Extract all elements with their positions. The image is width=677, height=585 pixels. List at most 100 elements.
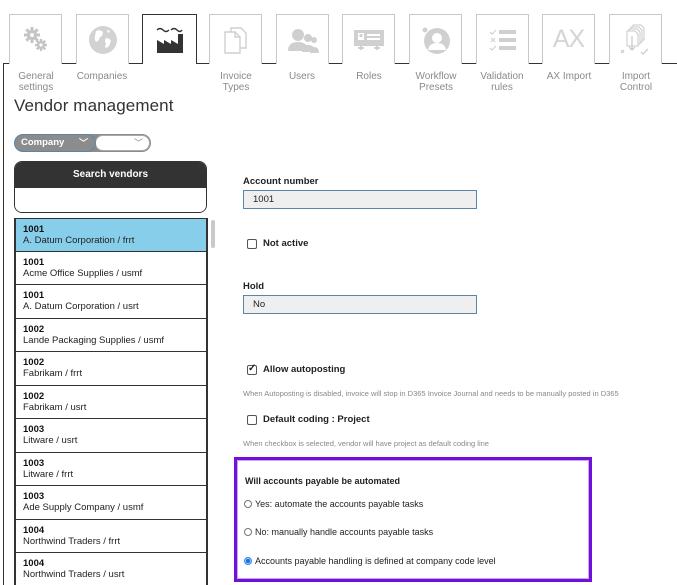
top-navigation: General settings Companies Invoice Types… — [0, 0, 677, 585]
tab-general-settings[interactable] — [9, 14, 62, 64]
vendor-list-item[interactable]: 1002 Fabrikam / frrt — [15, 352, 207, 386]
default-coding-checkbox[interactable]: Default coding : Project — [247, 414, 370, 425]
ax-icon: AX — [552, 25, 585, 53]
import-stack-icon — [620, 24, 648, 55]
vendor-name: Lande Packaging Supplies / usmf — [23, 334, 165, 346]
not-active-checkbox[interactable]: Not active — [247, 238, 308, 249]
vendor-name: Northwind Traders / usrt — [23, 569, 125, 580]
tab-label-line: Import — [621, 71, 651, 82]
tab-label-line: Workflow — [415, 71, 457, 82]
default-coding-hint: When checkbox is selected, vendor will h… — [243, 439, 489, 448]
tab-invoice-types-label[interactable]: Invoice Types — [204, 71, 268, 93]
vendor-list-item[interactable]: 1001 A. Datum Corporation / frrt — [15, 218, 207, 252]
tab-users-label[interactable]: Users — [270, 71, 334, 82]
vendor-name: A. Datum Corporation / frrt — [23, 235, 135, 246]
vendor-name: Ade Supply Company / usmf — [23, 502, 144, 513]
ap-automation-title: Will accounts payable be automated — [245, 476, 400, 486]
ap-option-yes[interactable]: Yes: automate the accounts payable tasks — [244, 499, 423, 509]
tab-label-line: rules — [491, 82, 513, 93]
tab-validation-rules[interactable] — [476, 14, 529, 64]
tab-label-line: Invoice — [220, 71, 252, 82]
vendor-code: 1004 — [23, 524, 45, 536]
vendor-name: Litware / usrt — [23, 435, 78, 446]
radio-icon[interactable] — [244, 557, 252, 565]
tab-companies-label[interactable]: Companies — [70, 71, 134, 82]
id-card-icon — [353, 29, 384, 50]
vendor-code: 1004 — [23, 558, 45, 569]
tab-companies[interactable] — [76, 14, 129, 64]
company-value-select[interactable]: ﹀ — [95, 135, 150, 151]
tab-label-line: settings — [18, 82, 54, 93]
hold-field[interactable]: No — [243, 295, 477, 314]
page-title: Vendor management — [14, 96, 174, 115]
vendor-list-item[interactable]: 1001 Acme Office Supplies / usmf — [15, 251, 207, 285]
gears-icon — [23, 26, 47, 51]
tab-label-line: AX Import — [546, 71, 592, 82]
default-coding-label: Default coding : Project — [263, 414, 370, 425]
users-icon — [287, 28, 319, 53]
vendor-list-item[interactable]: 1002 Lande Packaging Supplies / usmf — [15, 318, 207, 352]
vendor-list-item[interactable]: 1001 A. Datum Corporation / usrt — [15, 285, 207, 319]
vendor-list-item[interactable]: 1003 Ade Supply Company / usmf — [15, 486, 207, 520]
tab-invoice-types[interactable] — [209, 14, 262, 64]
globe-icon — [88, 25, 117, 54]
chevron-down-icon: ﹀ — [78, 138, 88, 148]
vendor-name: Fabrikam / frrt — [23, 368, 83, 379]
tab-roles[interactable] — [342, 14, 395, 64]
tab-ax-import[interactable]: AX — [542, 14, 595, 64]
account-number-field[interactable]: 1001 — [243, 190, 477, 209]
search-vendors-header: Search vendors — [15, 162, 206, 188]
vendor-name: Fabrikam / usrt — [23, 401, 87, 413]
ap-option-company-level[interactable]: Accounts payable handling is defined at … — [244, 556, 496, 566]
vendor-name: Litware / frrt — [23, 468, 74, 480]
vendor-list-item[interactable]: 1004 Northwind Traders / usrt — [15, 553, 207, 585]
chevron-down-icon: ﹀ — [133, 138, 143, 148]
vendor-list-item[interactable]: 1003 Litware / usrt — [15, 419, 207, 453]
vendor-name: A. Datum Corporation / usrt — [23, 301, 139, 312]
vendor-name: Northwind Traders / frrt — [23, 535, 121, 547]
checkbox-icon[interactable] — [247, 238, 257, 249]
vendor-list-item[interactable]: 1003 Litware / frrt — [15, 452, 207, 486]
tab-label-line: Presets — [419, 82, 453, 93]
ap-option-no[interactable]: No: manually handle accounts payable tas… — [244, 527, 433, 537]
vendor-code: 1003 — [23, 457, 45, 469]
vendor-name: Acme Office Supplies / usmf — [23, 267, 143, 279]
tab-vendor-management[interactable] — [142, 14, 197, 64]
not-active-label: Not active — [263, 238, 309, 249]
documents-icon — [223, 26, 247, 54]
radio-label: Yes: automate the accounts payable tasks — [255, 499, 424, 509]
search-vendors-input[interactable] — [15, 188, 206, 212]
radio-label: No: manually handle accounts payable tas… — [255, 527, 434, 537]
tab-workflow-presets-label[interactable]: Workflow Presets — [404, 71, 468, 93]
company-filter-select[interactable]: Company ﹀ — [14, 134, 96, 152]
vendor-code: 1001 — [23, 290, 45, 301]
tab-label-line: Users — [288, 71, 316, 82]
tab-validation-rules-label[interactable]: Validation rules — [470, 71, 534, 93]
tab-label-line: General — [18, 71, 54, 82]
tab-ax-import-label[interactable]: AX Import — [537, 71, 601, 82]
tab-workflow-presets[interactable] — [409, 14, 462, 64]
tab-label-line: Roles — [356, 71, 382, 82]
vendor-list-item[interactable]: 1004 Northwind Traders / frrt — [15, 519, 207, 553]
company-filter-value: Company — [21, 137, 65, 148]
user-circle-icon — [421, 26, 450, 54]
content-border — [3, 63, 4, 585]
vendor-code: 1001 — [23, 256, 45, 268]
vendor-list-scrollbar[interactable] — [211, 220, 215, 248]
radio-icon[interactable] — [244, 500, 252, 508]
tab-import-control-label[interactable]: Import Control — [604, 71, 668, 93]
search-vendors-panel: Search vendors — [14, 161, 207, 213]
factory-icon — [156, 27, 183, 53]
tab-import-control[interactable] — [609, 14, 662, 64]
tab-general-settings-label[interactable]: General settings — [4, 71, 68, 93]
checklist-icon — [489, 29, 516, 51]
tab-users[interactable] — [276, 14, 329, 64]
checkbox-icon[interactable] — [247, 414, 257, 425]
allow-autoposting-checkbox[interactable]: Allow autoposting — [247, 363, 345, 375]
vendor-list-item[interactable]: 1002 Fabrikam / usrt — [15, 385, 207, 419]
hold-label: Hold — [243, 281, 265, 292]
checkbox-icon[interactable] — [247, 363, 257, 375]
radio-icon[interactable] — [244, 528, 252, 536]
tab-roles-label[interactable]: Roles — [337, 71, 401, 82]
vendor-code: 1002 — [23, 390, 45, 402]
